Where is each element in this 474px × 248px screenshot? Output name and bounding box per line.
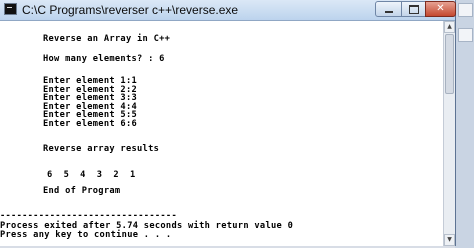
console-icon (4, 3, 17, 15)
background-toolbar-button (458, 3, 473, 17)
console-line: Press any key to continue . . . (0, 230, 172, 240)
console-line: Reverse an Array in C++ (43, 34, 171, 44)
console-line: End of Program (43, 186, 121, 196)
background-toolbar-button (458, 28, 473, 42)
console-line: Enter element 6:6 (43, 118, 138, 129)
maximize-icon (408, 5, 419, 14)
maximize-button[interactable] (401, 1, 426, 17)
scroll-up-button[interactable]: ▲ (444, 21, 455, 33)
console-line: Reverse array results (43, 144, 160, 154)
title-bar[interactable]: C:\C Programs\reverser c++\reverse.exe ✕ (0, 0, 456, 21)
scroll-down-button[interactable]: ▼ (444, 234, 455, 246)
minimize-icon (384, 11, 393, 13)
arrow-up-icon: ▲ (447, 23, 452, 30)
console-output[interactable]: Reverse an Array in C++ How many element… (0, 21, 443, 246)
console-line: How many elements? : 6 (43, 54, 165, 64)
close-button[interactable]: ✕ (425, 1, 456, 17)
console-line: -------------------------------- (0, 211, 177, 221)
arrow-down-icon: ▼ (447, 236, 452, 243)
window-title: C:\C Programs\reverser c++\reverse.exe (22, 3, 239, 17)
console-line: 6 5 4 3 2 1 (47, 170, 136, 180)
scroll-thumb[interactable] (445, 34, 454, 94)
close-icon: ✕ (436, 3, 445, 14)
minimize-button[interactable] (375, 1, 402, 17)
vertical-scrollbar[interactable]: ▲ ▼ (443, 21, 455, 246)
console-window: C:\C Programs\reverser c++\reverse.exe ✕… (0, 0, 456, 246)
